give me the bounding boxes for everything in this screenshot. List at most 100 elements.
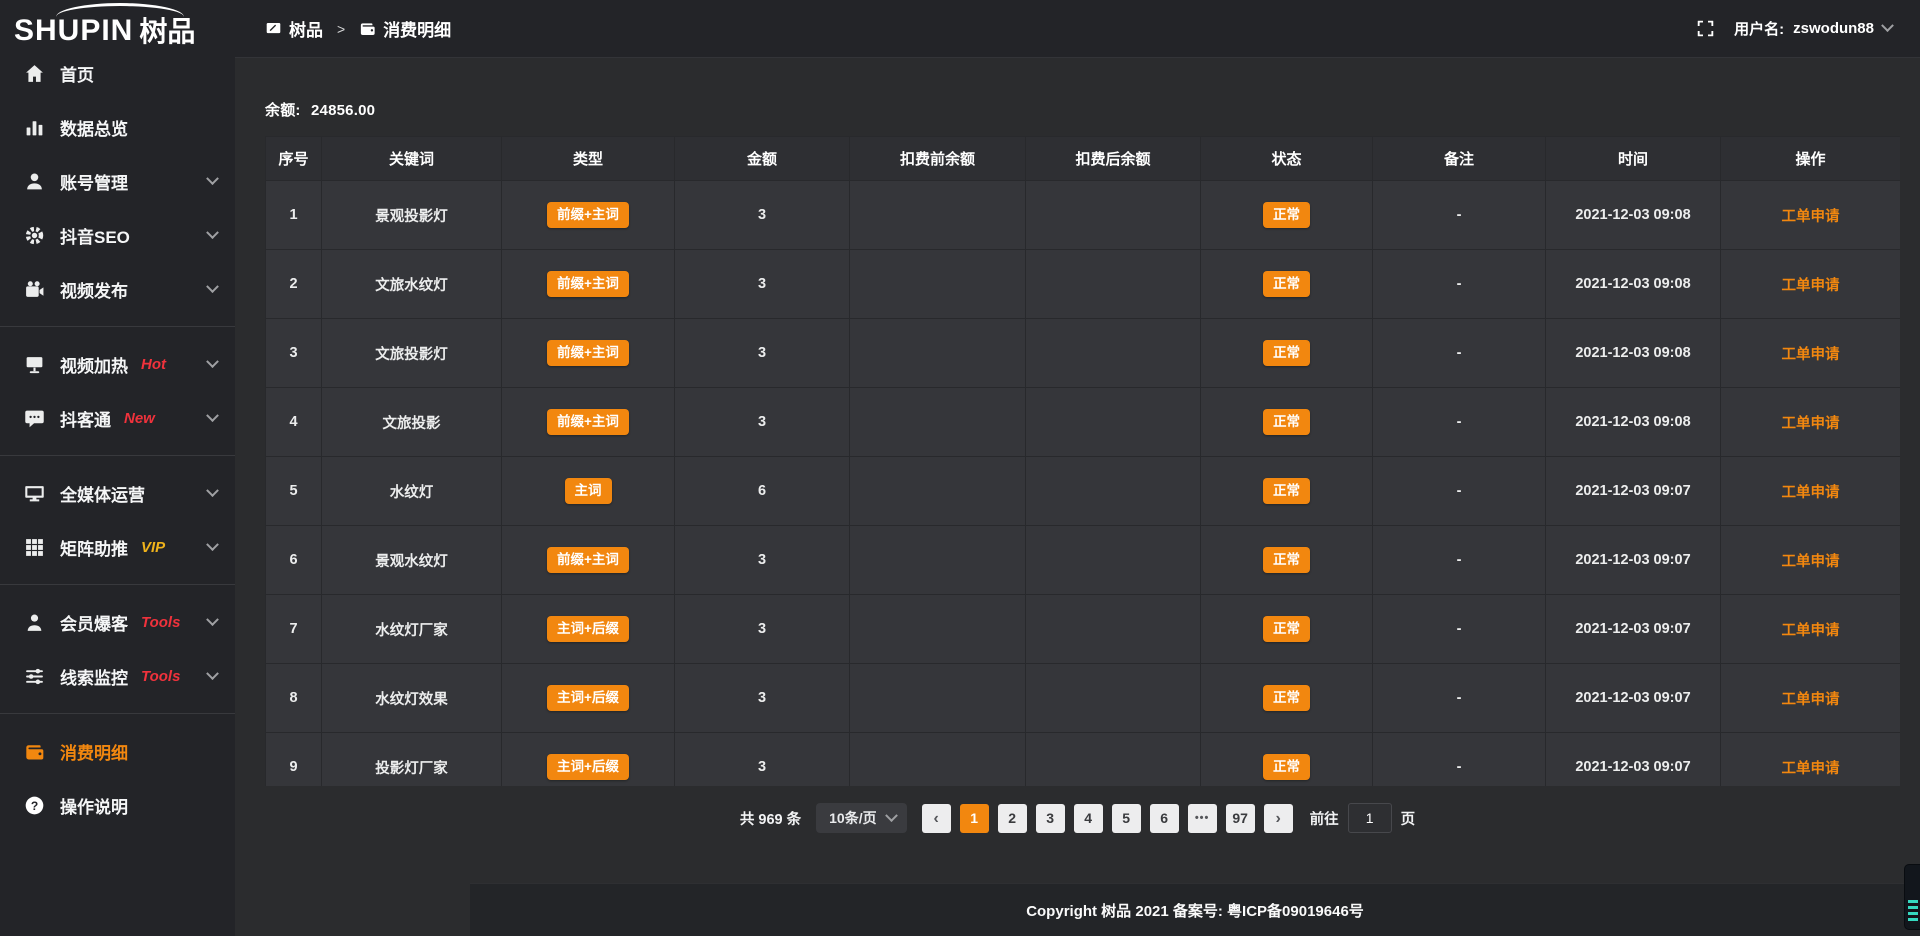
- page-button-1[interactable]: 1: [960, 804, 989, 833]
- table-row: 7水纹灯厂家主词+后缀3正常-2021-12-03 09:07工单申请: [266, 595, 1901, 664]
- sidebar-item-label: 账号管理: [60, 169, 128, 194]
- cell-action: 工单申请: [1721, 319, 1901, 388]
- cell-type: 前缀+主词: [502, 388, 675, 457]
- cell-balance-before: [850, 664, 1026, 733]
- cell-index: 2: [266, 250, 322, 319]
- ticket-apply-link[interactable]: 工单申请: [1782, 209, 1840, 225]
- sidebar-item-tag: Hot: [141, 356, 166, 373]
- cell-action: 工单申请: [1721, 595, 1901, 664]
- page-button-2[interactable]: 2: [998, 804, 1027, 833]
- cell-action: 工单申请: [1721, 457, 1901, 526]
- sidebar-item-label: 线索监控: [60, 664, 128, 689]
- sidebar-item-操作说明[interactable]: ?操作说明: [0, 780, 235, 830]
- ticket-apply-link[interactable]: 工单申请: [1782, 485, 1840, 501]
- ticket-apply-link[interactable]: 工单申请: [1782, 761, 1840, 777]
- type-badge: 前缀+主词: [547, 409, 629, 435]
- status-badge: 正常: [1263, 202, 1310, 228]
- prev-page-button[interactable]: ‹: [922, 804, 951, 833]
- browser-side-widget[interactable]: [1904, 864, 1920, 930]
- ticket-apply-link[interactable]: 工单申请: [1782, 347, 1840, 363]
- sidebar-divider: [0, 713, 235, 714]
- cell-type: 前缀+主词: [502, 181, 675, 250]
- status-badge: 正常: [1263, 409, 1310, 435]
- type-badge: 前缀+主词: [547, 340, 629, 366]
- column-header-扣费前余额: 扣费前余额: [850, 137, 1026, 181]
- ticket-apply-link[interactable]: 工单申请: [1782, 623, 1840, 639]
- cell-balance-after: [1026, 457, 1201, 526]
- cell-amount: 6: [675, 457, 850, 526]
- cell-keyword: 水纹灯: [322, 457, 502, 526]
- sidebar-item-tag: VIP: [141, 539, 165, 556]
- footer: Copyright 树品 2021 备案号: 粤ICP备09019646号: [470, 883, 1920, 936]
- column-header-扣费后余额: 扣费后余额: [1026, 137, 1201, 181]
- cell-type: 前缀+主词: [502, 250, 675, 319]
- sidebar-item-线索监控[interactable]: 线索监控Tools: [0, 651, 235, 701]
- cell-balance-before: [850, 457, 1026, 526]
- cell-remark: -: [1373, 526, 1546, 595]
- sidebar-item-抖音SEO[interactable]: 抖音SEO: [0, 210, 235, 260]
- sidebar-item-视频加热[interactable]: 视频加热Hot: [0, 339, 235, 389]
- app-logo: SHUPIN 树品: [0, 0, 235, 48]
- copyright-text: Copyright 树品 2021 备案号: 粤ICP备09019646号: [1026, 900, 1364, 921]
- cell-amount: 3: [675, 388, 850, 457]
- cell-status: 正常: [1201, 457, 1373, 526]
- topbar: 树品 > 消费明细 用户名: zswodun88: [235, 0, 1920, 58]
- chat-icon: [24, 408, 45, 429]
- table-header-row: 序号关键词类型金额扣费前余额扣费后余额状态备注时间操作: [266, 137, 1901, 181]
- chevron-down-icon: [206, 484, 219, 497]
- wallet-icon: [359, 20, 376, 37]
- sidebar-divider: [0, 326, 235, 327]
- cell-keyword: 投影灯厂家: [322, 733, 502, 787]
- breadcrumb-separator: >: [337, 21, 345, 37]
- sidebar-item-首页[interactable]: 首页: [0, 48, 235, 98]
- type-badge: 主词+后缀: [547, 685, 629, 711]
- sidebar-item-视频发布[interactable]: 视频发布: [0, 264, 235, 314]
- user-menu[interactable]: 用户名: zswodun88: [1734, 18, 1892, 39]
- fullscreen-icon[interactable]: [1697, 20, 1714, 37]
- page-button-5[interactable]: 5: [1112, 804, 1141, 833]
- breadcrumb-item-树品[interactable]: 树品: [265, 16, 323, 41]
- cell-amount: 3: [675, 181, 850, 250]
- ticket-apply-link[interactable]: 工单申请: [1782, 416, 1840, 432]
- sidebar-item-抖客通[interactable]: 抖客通New: [0, 393, 235, 443]
- breadcrumb-label: 消费明细: [383, 16, 451, 41]
- logo-arc: [56, 3, 184, 17]
- more-pages-button[interactable]: •••: [1188, 804, 1217, 833]
- cell-type: 主词+后缀: [502, 733, 675, 787]
- next-page-button[interactable]: ›: [1264, 804, 1293, 833]
- cell-keyword: 景观水纹灯: [322, 526, 502, 595]
- cell-index: 6: [266, 526, 322, 595]
- cell-index: 8: [266, 664, 322, 733]
- page-button-4[interactable]: 4: [1074, 804, 1103, 833]
- page-button-3[interactable]: 3: [1036, 804, 1065, 833]
- goto-page-input[interactable]: [1348, 803, 1392, 833]
- sidebar-item-label: 消费明细: [60, 739, 128, 764]
- monitor-icon: [24, 483, 45, 504]
- breadcrumb-item-消费明细[interactable]: 消费明细: [359, 16, 451, 41]
- site-icon: [265, 20, 282, 37]
- table-row: 2文旅水纹灯前缀+主词3正常-2021-12-03 09:08工单申请: [266, 250, 1901, 319]
- page-size-select[interactable]: 10条/页: [816, 803, 906, 833]
- cell-status: 正常: [1201, 181, 1373, 250]
- cell-status: 正常: [1201, 664, 1373, 733]
- page-button-6[interactable]: 6: [1150, 804, 1179, 833]
- sidebar-item-数据总览[interactable]: 数据总览: [0, 102, 235, 152]
- cell-time: 2021-12-03 09:07: [1546, 664, 1721, 733]
- ticket-apply-link[interactable]: 工单申请: [1782, 554, 1840, 570]
- user-icon: [24, 171, 45, 192]
- sidebar-item-消费明细[interactable]: 消费明细: [0, 726, 235, 776]
- sidebar-item-tag: Tools: [141, 614, 180, 631]
- goto-label: 前往: [1310, 808, 1339, 829]
- ticket-apply-link[interactable]: 工单申请: [1782, 692, 1840, 708]
- cell-remark: -: [1373, 250, 1546, 319]
- sidebar-menu: 首页数据总览账号管理抖音SEO视频发布视频加热Hot抖客通New 全媒体运营矩阵助…: [0, 48, 235, 830]
- sidebar-item-会员爆客[interactable]: 会员爆客Tools: [0, 597, 235, 647]
- sidebar-item-账号管理[interactable]: 账号管理: [0, 156, 235, 206]
- cell-action: 工单申请: [1721, 526, 1901, 595]
- cell-type: 主词: [502, 457, 675, 526]
- page-button-97[interactable]: 97: [1226, 804, 1255, 833]
- sidebar-item-全媒体运营[interactable]: 全媒体运营: [0, 468, 235, 518]
- ticket-apply-link[interactable]: 工单申请: [1782, 278, 1840, 294]
- balance: 余额: 24856.00: [265, 99, 375, 120]
- sidebar-item-矩阵助推[interactable]: 矩阵助推VIP: [0, 522, 235, 572]
